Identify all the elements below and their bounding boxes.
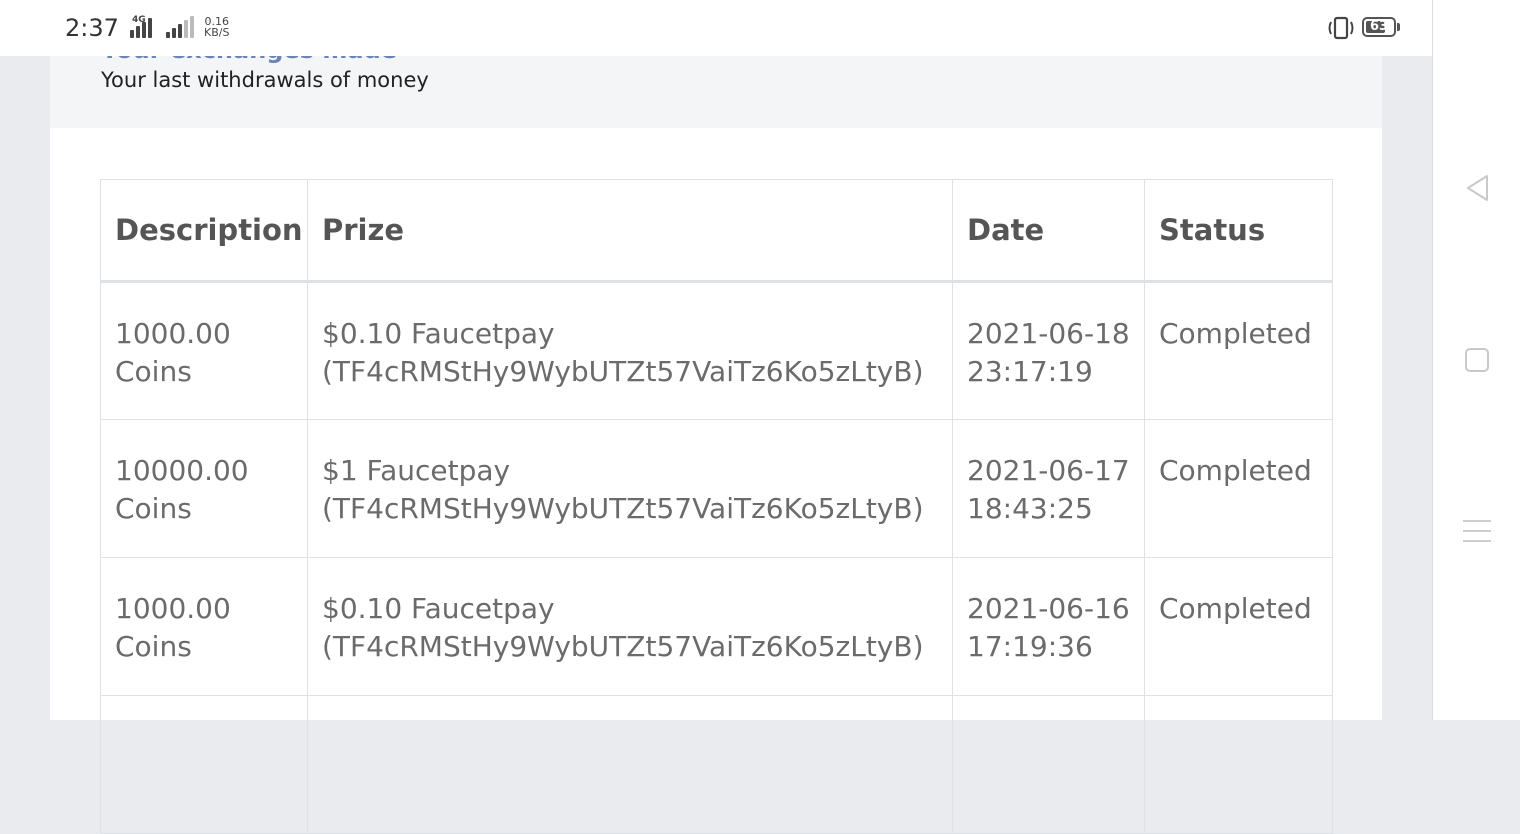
menu-icon[interactable] [1463,520,1491,550]
back-icon[interactable] [1463,173,1493,203]
cell-date: 2021-06-18 23:17:19 [952,281,1145,420]
table-row: 10000.00 Coins $1 Faucetpay (TF4cRMStHy9… [100,419,1333,558]
prize-address: (TF4cRMStHy9WybUTZt57VaiTz6Ko5zLtyB) [322,630,924,663]
cell-description [100,695,308,834]
cell-description: 1000.00 Coins [100,281,308,420]
cell-date: 2021-06-17 18:43:25 [952,419,1145,558]
table-row: 1000.00 Coins $0.10 Faucetpay (TF4cRMStH… [100,557,1333,696]
status-bar: 2:37 4G 0.16 KB/S 63 [0,0,1432,56]
battery-level: 63 [1369,19,1389,34]
signal-icon [130,16,152,38]
cell-description: 1000.00 Coins [100,557,308,696]
cell-prize: $1 Faucetpay (TF4cRMStHy9WybUTZt57VaiTz6… [307,419,953,558]
speed-unit: KB/S [204,26,230,39]
clock: 2:37 [65,14,119,42]
table-header-row: Description Prize Date Status [100,179,1333,283]
cell-date: 2021-06-16 17:19:36 [952,557,1145,696]
signal-icon [166,16,194,38]
prize-address: (TF4cRMStHy9WybUTZt57VaiTz6Ko5zLtyB) [322,492,924,525]
withdrawals-card: Your exchanges made Your last withdrawal… [50,0,1382,834]
cell-prize [307,695,953,834]
battery-cap [1397,23,1400,31]
prize-amount: $0.10 Faucetpay [322,592,555,625]
table-row: 1000.00 Coins $0.10 Faucetpay (TF4cRMStH… [100,281,1333,420]
navigation-bar [1432,0,1520,720]
column-header-status: Status [1144,179,1333,283]
column-header-description: Description [100,179,308,283]
home-icon[interactable] [1465,348,1489,372]
card-subtitle: Your last withdrawals of money [101,68,429,92]
cell-status: Completed [1144,419,1333,558]
network-speed: 0.16 KB/S [204,16,229,38]
cell-status [1144,695,1333,834]
cell-status: Completed [1144,557,1333,696]
signal-icons [122,16,194,38]
cell-description: 10000.00 Coins [100,419,308,558]
prize-address: (TF4cRMStHy9WybUTZt57VaiTz6Ko5zLtyB) [322,355,924,388]
table-row [100,695,1333,834]
battery-icon: 63 [1362,17,1396,37]
prize-amount: $1 Faucetpay [322,454,511,487]
cell-prize: $0.10 Faucetpay (TF4cRMStHy9WybUTZt57Vai… [307,557,953,696]
withdrawals-table: Description Prize Date Status 1000.00 Co… [100,179,1333,834]
vibrate-icon [1328,16,1354,40]
cell-date [952,695,1145,834]
cell-status: Completed [1144,281,1333,420]
column-header-prize: Prize [307,179,953,283]
prize-amount: $0.10 Faucetpay [322,317,555,350]
cell-prize: $0.10 Faucetpay (TF4cRMStHy9WybUTZt57Vai… [307,281,953,420]
column-header-date: Date [952,179,1145,283]
